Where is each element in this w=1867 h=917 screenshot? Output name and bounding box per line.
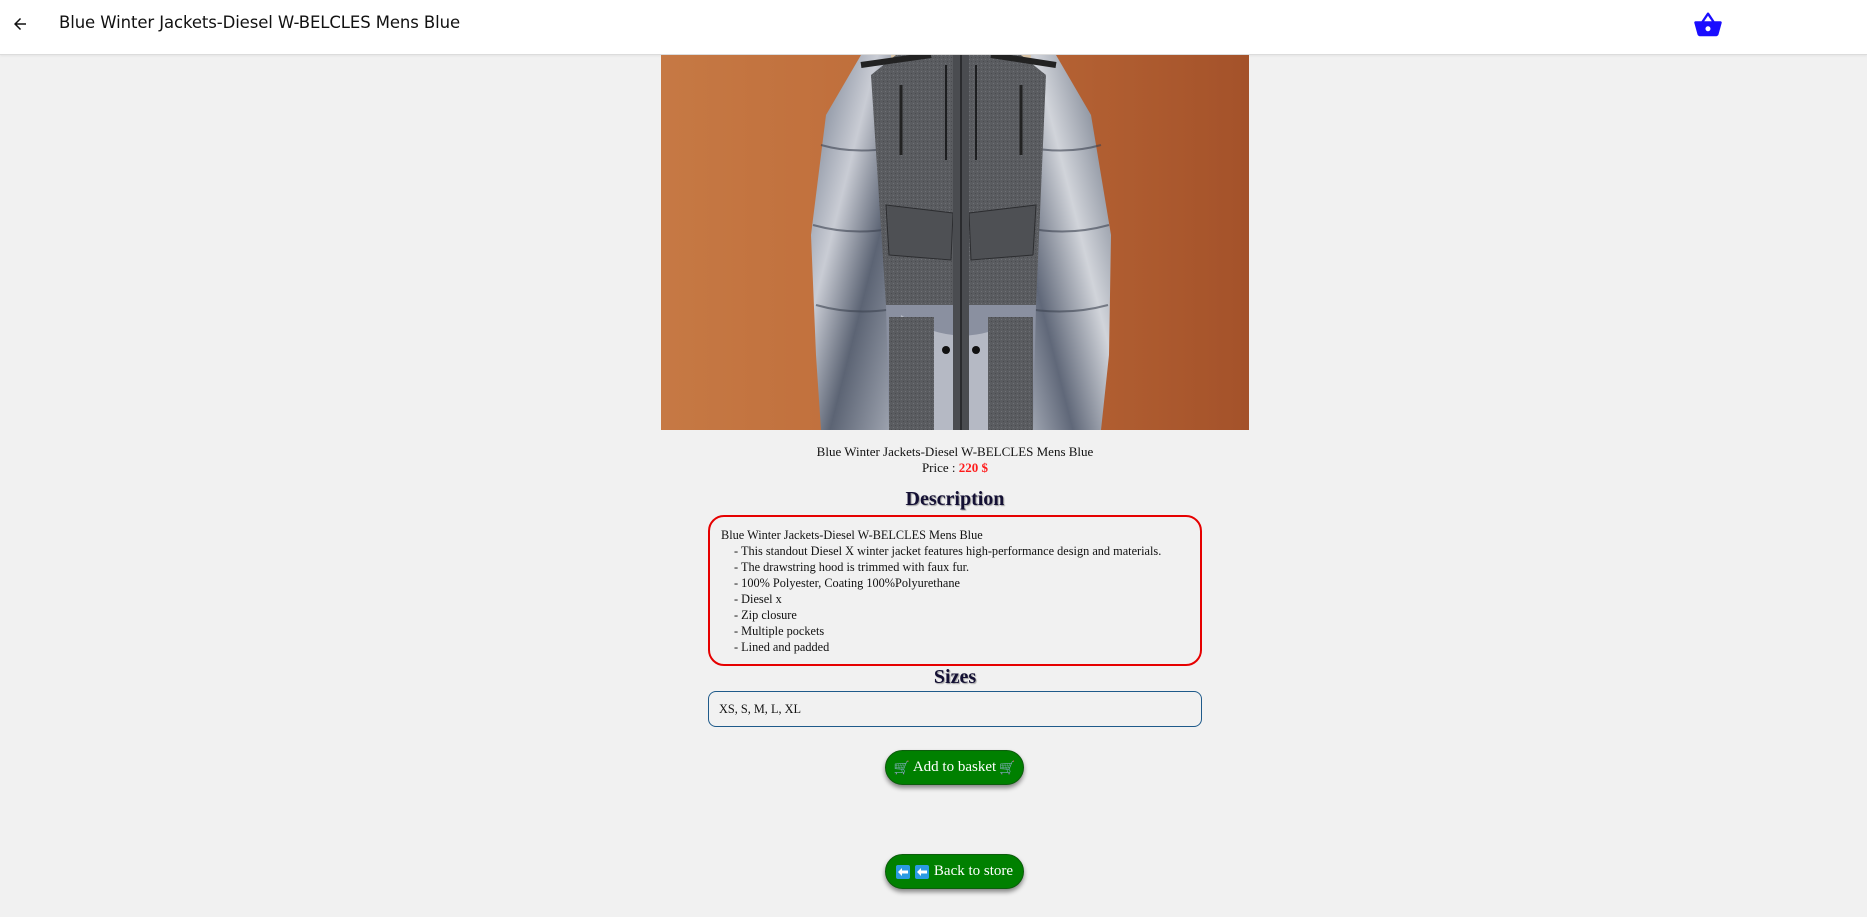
price-label: Price : — [921, 460, 959, 475]
left-arrow-icon — [895, 864, 910, 879]
product-info: Blue Winter Jackets-Diesel W-BELCLES Men… — [661, 444, 1249, 476]
description-title: Blue Winter Jackets-Diesel W-BELCLES Men… — [721, 528, 983, 542]
basket-button[interactable] — [1692, 9, 1724, 41]
arrow-left-icon — [14, 18, 26, 30]
product-image — [661, 55, 1249, 430]
description-box: Blue Winter Jackets-Diesel W-BELCLES Men… — [708, 515, 1202, 666]
add-to-basket-button[interactable]: 🛒 Add to basket 🛒 — [885, 750, 1024, 785]
sizes-heading: Sizes — [933, 666, 977, 688]
description-bullet: - Multiple pockets — [734, 624, 825, 638]
description-bullet: - Zip closure — [734, 608, 797, 622]
description-bullet: - 100% Polyester, Coating 100%Polyuretha… — [734, 576, 960, 590]
description-bullet: - This standout Diesel X winter jacket f… — [734, 544, 1162, 558]
description-bullet: - Diesel x — [734, 592, 782, 606]
app-bar: Blue Winter Jackets-Diesel W-BELCLES Men… — [0, 0, 1867, 55]
price-value: 220 $ — [958, 460, 989, 475]
back-to-store-label: Back to store — [933, 863, 1014, 879]
back-button[interactable] — [8, 12, 32, 36]
shopping-cart-icon: 🛒 — [999, 759, 1016, 775]
basket-icon — [1694, 12, 1722, 37]
sizes-field[interactable]: XS, S, M, L, XL — [708, 691, 1202, 727]
shopping-cart-icon: 🛒 — [893, 759, 910, 775]
add-to-basket-label: Add to basket — [912, 759, 997, 775]
left-arrow-icon — [914, 864, 929, 879]
description-bullet: - Lined and padded — [734, 640, 830, 654]
sizes-value: XS, S, M, L, XL — [719, 702, 801, 716]
back-to-store-button[interactable]: Back to store — [885, 854, 1024, 889]
description-heading: Description — [905, 488, 1005, 510]
product-name: Blue Winter Jackets-Diesel W-BELCLES Men… — [816, 444, 1094, 459]
description-bullet: - The drawstring hood is trimmed with fa… — [734, 560, 970, 574]
product-price: Price : 220 $ — [661, 460, 1249, 476]
page-title: Blue Winter Jackets-Diesel W-BELCLES Men… — [59, 13, 461, 32]
